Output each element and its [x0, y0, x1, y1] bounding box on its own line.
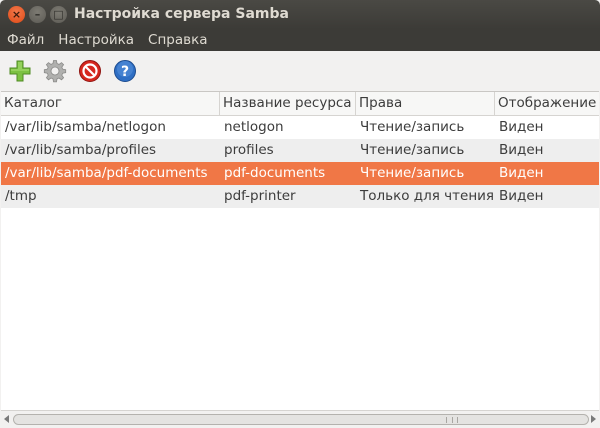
cell-permissions: Чтение/запись [360, 165, 465, 181]
cell-directory: /var/lib/samba/pdf-documents [5, 165, 208, 181]
shares-table: Каталог Название ресурса Права Отображен… [1, 91, 599, 410]
cell-share-name: pdf-printer [224, 188, 296, 204]
table-row[interactable]: /tmp pdf-printer Только для чтения Виден [1, 185, 599, 208]
cell-directory: /tmp [5, 188, 37, 204]
column-header-directory[interactable]: Каталог [1, 92, 220, 116]
cell-share-name: profiles [224, 142, 274, 158]
table-header: Каталог Название ресурса Права Отображен… [1, 92, 599, 116]
cell-visibility: Виден [499, 188, 544, 204]
add-icon [9, 60, 31, 82]
grip-icon [446, 417, 458, 423]
add-share-button[interactable] [7, 58, 33, 84]
title-bar[interactable]: × – □ Настройка сервера Samba [0, 0, 600, 29]
cell-share-name: pdf-documents [224, 165, 326, 181]
table-row-selected[interactable]: /var/lib/samba/pdf-documents pdf-documen… [1, 162, 599, 185]
cell-permissions: Чтение/запись [360, 142, 465, 158]
samba-config-window: × – □ Настройка сервера Samba Файл Настр… [0, 0, 600, 428]
column-header-permissions[interactable]: Права [356, 92, 495, 116]
maximize-icon: □ [53, 8, 64, 21]
cell-visibility: Виден [499, 119, 544, 135]
help-icon: ? [114, 60, 136, 82]
cell-permissions: Чтение/запись [360, 119, 465, 135]
column-header-visibility[interactable]: Отображение [495, 92, 599, 116]
cell-permissions: Только для чтения [360, 188, 495, 204]
horizontal-scrollbar[interactable] [1, 410, 599, 428]
delete-icon [79, 60, 101, 82]
svg-text:?: ? [121, 64, 129, 80]
minimize-window-button[interactable]: – [29, 6, 46, 23]
window-title: Настройка сервера Samba [74, 6, 289, 22]
cell-directory: /var/lib/samba/profiles [5, 142, 157, 158]
gear-icon [43, 60, 67, 83]
menu-settings[interactable]: Настройка [51, 29, 141, 51]
toolbar: ? [0, 51, 600, 91]
cell-directory: /var/lib/samba/netlogon [5, 119, 166, 135]
table-row[interactable]: /var/lib/samba/netlogon netlogon Чтение/… [1, 116, 599, 139]
delete-share-button[interactable] [77, 58, 103, 84]
cell-visibility: Виден [499, 165, 544, 181]
menu-bar: Файл Настройка Справка [0, 29, 600, 51]
menu-help[interactable]: Справка [141, 29, 214, 51]
scrollbar-thumb[interactable] [13, 414, 589, 425]
column-header-share-name[interactable]: Название ресурса [220, 92, 356, 116]
menu-file[interactable]: Файл [0, 29, 51, 51]
share-properties-button[interactable] [42, 58, 68, 84]
cell-visibility: Виден [499, 142, 544, 158]
close-window-button[interactable]: × [8, 6, 25, 23]
help-button[interactable]: ? [112, 58, 138, 84]
maximize-window-button[interactable]: □ [50, 6, 67, 23]
scroll-right-arrow-icon[interactable] [591, 415, 596, 423]
scroll-left-arrow-icon[interactable] [4, 415, 9, 423]
minimize-icon: – [34, 8, 41, 21]
table-row[interactable]: /var/lib/samba/profiles profiles Чтение/… [1, 139, 599, 162]
close-icon: × [11, 8, 22, 21]
cell-share-name: netlogon [224, 119, 284, 135]
